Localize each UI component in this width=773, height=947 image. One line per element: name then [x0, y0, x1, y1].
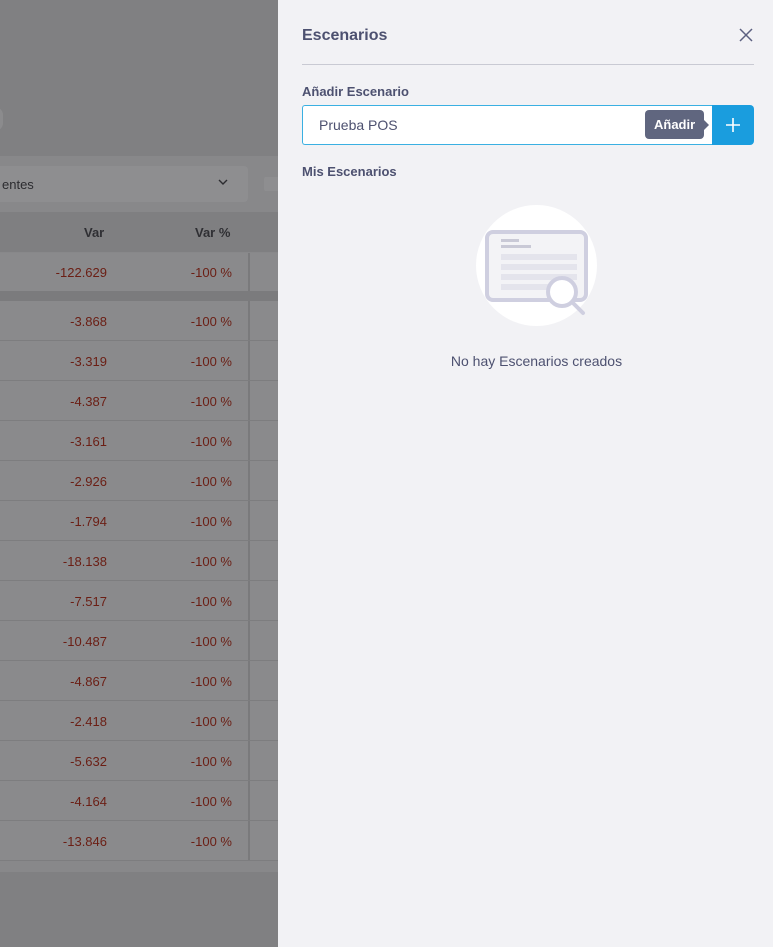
row-var-pct: -100 % — [190, 354, 232, 369]
column-divider — [248, 581, 250, 620]
column-divider — [248, 741, 250, 780]
row-var: -2.926 — [70, 474, 107, 489]
empty-state-message: No hay Escenarios creados — [450, 353, 623, 369]
table-row: -4.164 -100 % — [0, 781, 278, 821]
row-var-pct: -100 % — [190, 594, 232, 609]
row-var-pct: -100 % — [190, 394, 232, 409]
total-var-pct: -100 % — [190, 265, 232, 280]
row-var-pct: -100 % — [190, 794, 232, 809]
table-row: -18.138 -100 % — [0, 541, 278, 581]
table-total-row: -122.629 -100 % — [0, 253, 278, 291]
row-var: -3.161 — [70, 434, 107, 449]
row-var: -3.319 — [70, 354, 107, 369]
table-row: -4.387 -100 % — [0, 381, 278, 421]
table-header: Var Var % — [0, 212, 278, 252]
row-var-pct: -100 % — [190, 554, 232, 569]
scenarios-panel: Escenarios Añadir Escenario Añadir Mis E… — [278, 0, 773, 947]
column-divider — [248, 661, 250, 700]
panel-divider — [302, 64, 754, 65]
filter-small-control — [264, 177, 278, 191]
background-overlay: entes Var Var % -122.629 -100 % -3.868 -1… — [0, 0, 278, 947]
column-divider — [248, 781, 250, 820]
table-row: -2.418 -100 % — [0, 701, 278, 741]
add-scenario-button[interactable] — [712, 105, 754, 145]
background-pill — [0, 107, 3, 131]
column-divider — [248, 501, 250, 540]
column-divider — [248, 341, 250, 380]
row-var: -5.632 — [70, 754, 107, 769]
column-header-var-pct: Var % — [195, 225, 231, 240]
table-row: -2.926 -100 % — [0, 461, 278, 501]
row-var-pct: -100 % — [190, 834, 232, 849]
close-icon[interactable] — [738, 27, 754, 43]
panel-title: Escenarios — [302, 27, 388, 44]
total-var: -122.629 — [55, 265, 107, 280]
row-var-pct: -100 % — [190, 314, 232, 329]
column-divider — [248, 821, 250, 860]
my-scenarios-label: Mis Escenarios — [302, 164, 397, 179]
document-search-icon — [485, 230, 588, 315]
table-row: -4.867 -100 % — [0, 661, 278, 701]
column-divider — [248, 381, 250, 420]
column-divider — [248, 421, 250, 460]
row-var: -4.867 — [70, 674, 107, 689]
row-var: -10.487 — [62, 634, 107, 649]
row-var-pct: -100 % — [190, 634, 232, 649]
row-var: -2.418 — [70, 714, 107, 729]
row-var: -4.164 — [70, 794, 107, 809]
column-divider — [248, 461, 250, 500]
table-row: -13.846 -100 % — [0, 821, 278, 861]
row-var-pct: -100 % — [190, 674, 232, 689]
row-var: -1.794 — [70, 514, 107, 529]
scenario-name-input[interactable] — [303, 106, 643, 144]
table-row: -3.319 -100 % — [0, 341, 278, 381]
column-divider — [248, 621, 250, 660]
plus-icon — [726, 118, 740, 132]
table-row: -1.794 -100 % — [0, 501, 278, 541]
row-var-pct: -100 % — [190, 474, 232, 489]
table-separator — [0, 291, 278, 301]
row-var-pct: -100 % — [190, 754, 232, 769]
filter-select-label: entes — [2, 177, 34, 192]
column-divider — [248, 701, 250, 740]
row-var: -13.846 — [62, 834, 107, 849]
row-var: -4.387 — [70, 394, 107, 409]
table-row: -5.632 -100 % — [0, 741, 278, 781]
empty-state-illustration — [476, 205, 597, 326]
row-var: -18.138 — [62, 554, 107, 569]
row-var-pct: -100 % — [190, 514, 232, 529]
column-divider — [248, 541, 250, 580]
table-row: -3.161 -100 % — [0, 421, 278, 461]
table-row: -7.517 -100 % — [0, 581, 278, 621]
add-scenario-label: Añadir Escenario — [302, 84, 409, 99]
column-header-var: Var — [84, 225, 105, 240]
chevron-down-icon — [218, 179, 228, 185]
row-var-pct: -100 % — [190, 434, 232, 449]
row-var-pct: -100 % — [190, 714, 232, 729]
table-row: -3.868 -100 % — [0, 301, 278, 341]
row-var: -3.868 — [70, 314, 107, 329]
add-tooltip: Añadir — [645, 110, 710, 139]
column-divider — [248, 301, 250, 340]
row-var: -7.517 — [70, 594, 107, 609]
filter-select: entes — [0, 166, 248, 202]
column-divider — [248, 253, 250, 291]
table-row: -10.487 -100 % — [0, 621, 278, 661]
